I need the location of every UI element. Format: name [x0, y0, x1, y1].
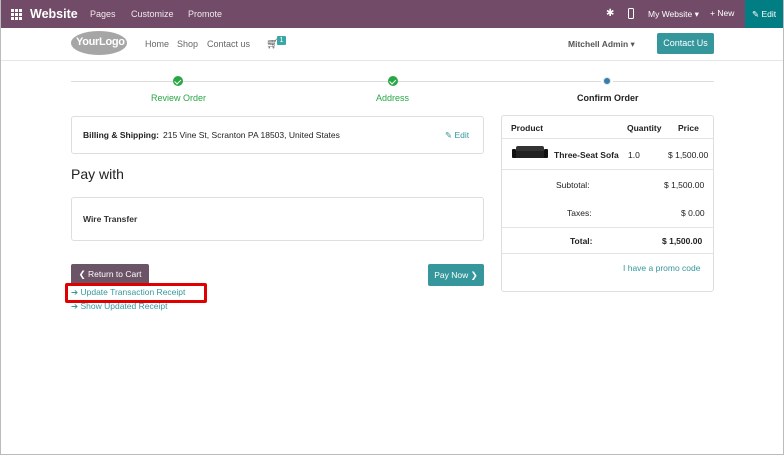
- col-product: Product: [511, 123, 544, 133]
- step-review-check-icon: [173, 76, 183, 86]
- item-price: $ 1,500.00: [668, 150, 709, 160]
- new-button[interactable]: + New: [710, 8, 734, 18]
- nav-contact-us[interactable]: Contact us: [207, 39, 250, 49]
- step-address[interactable]: Address: [376, 93, 409, 103]
- menu-promote[interactable]: Promote: [188, 9, 222, 19]
- pay-now-button[interactable]: Pay Now ❯: [428, 264, 484, 286]
- billing-shipping-card: Billing & Shipping: 215 Vine St, Scranto…: [71, 116, 484, 154]
- nav-shop[interactable]: Shop: [177, 39, 198, 49]
- divider: [502, 253, 713, 254]
- payment-method-card[interactable]: Wire Transfer: [71, 197, 484, 241]
- total-label: Total:: [570, 236, 593, 246]
- highlight-box: [65, 283, 207, 303]
- edit-button-label: ✎ Edit: [752, 9, 777, 19]
- site-header: YourLogo Home Shop Contact us 🛒︎ 1 Mitch…: [1, 28, 783, 61]
- admin-top-bar: Website Pages Customize Promote ✱ My Web…: [1, 0, 783, 28]
- subtotal-value: $ 1,500.00: [664, 180, 705, 190]
- step-address-check-icon: [388, 76, 398, 86]
- nav-home[interactable]: Home: [145, 39, 169, 49]
- step-confirm-order: Confirm Order: [577, 93, 639, 103]
- page: Website Pages Customize Promote ✱ My Web…: [0, 0, 784, 455]
- progress-line-end: [613, 81, 714, 82]
- app-title[interactable]: Website: [30, 7, 78, 21]
- return-to-cart-button[interactable]: ❮ Return to Cart: [71, 264, 149, 285]
- pay-with-heading: Pay with: [71, 166, 124, 182]
- apps-grid-icon[interactable]: [11, 9, 22, 20]
- menu-customize[interactable]: Customize: [131, 9, 174, 19]
- edit-button[interactable]: ✎ Edit: [745, 0, 783, 28]
- billing-address: 215 Vine St, Scranton PA 18503, United S…: [163, 130, 340, 140]
- mobile-preview-icon[interactable]: [628, 8, 634, 19]
- progress-line: [71, 81, 601, 82]
- cart-count-badge: 1: [277, 36, 286, 45]
- taxes-value: $ 0.00: [681, 208, 705, 218]
- sofa-thumbnail[interactable]: [512, 145, 548, 162]
- contact-us-button[interactable]: Contact Us: [657, 33, 714, 54]
- bug-icon[interactable]: ✱: [606, 8, 614, 19]
- divider: [502, 169, 713, 170]
- col-price: Price: [678, 123, 699, 133]
- billing-label: Billing & Shipping:: [83, 130, 160, 140]
- payment-method-label: Wire Transfer: [83, 214, 138, 224]
- user-menu[interactable]: Mitchell Admin ▾: [568, 39, 635, 50]
- step-review-order[interactable]: Review Order: [151, 93, 206, 103]
- promo-code-link[interactable]: I have a promo code: [623, 263, 701, 273]
- divider: [502, 138, 713, 139]
- menu-pages[interactable]: Pages: [90, 9, 116, 19]
- site-logo[interactable]: YourLogo: [71, 31, 127, 55]
- my-website-dropdown[interactable]: My Website ▾: [648, 9, 699, 20]
- taxes-label: Taxes:: [567, 208, 592, 218]
- item-quantity: 1.0: [628, 150, 640, 160]
- divider: [502, 227, 713, 228]
- edit-address-link[interactable]: ✎ Edit: [445, 130, 469, 141]
- item-name[interactable]: Three-Seat Sofa: [554, 150, 619, 160]
- subtotal-label: Subtotal:: [556, 180, 590, 190]
- logo-text: YourLogo: [76, 36, 125, 48]
- step-confirm-dot-icon: [603, 77, 611, 85]
- col-quantity: Quantity: [627, 123, 662, 133]
- total-value: $ 1,500.00: [662, 236, 703, 246]
